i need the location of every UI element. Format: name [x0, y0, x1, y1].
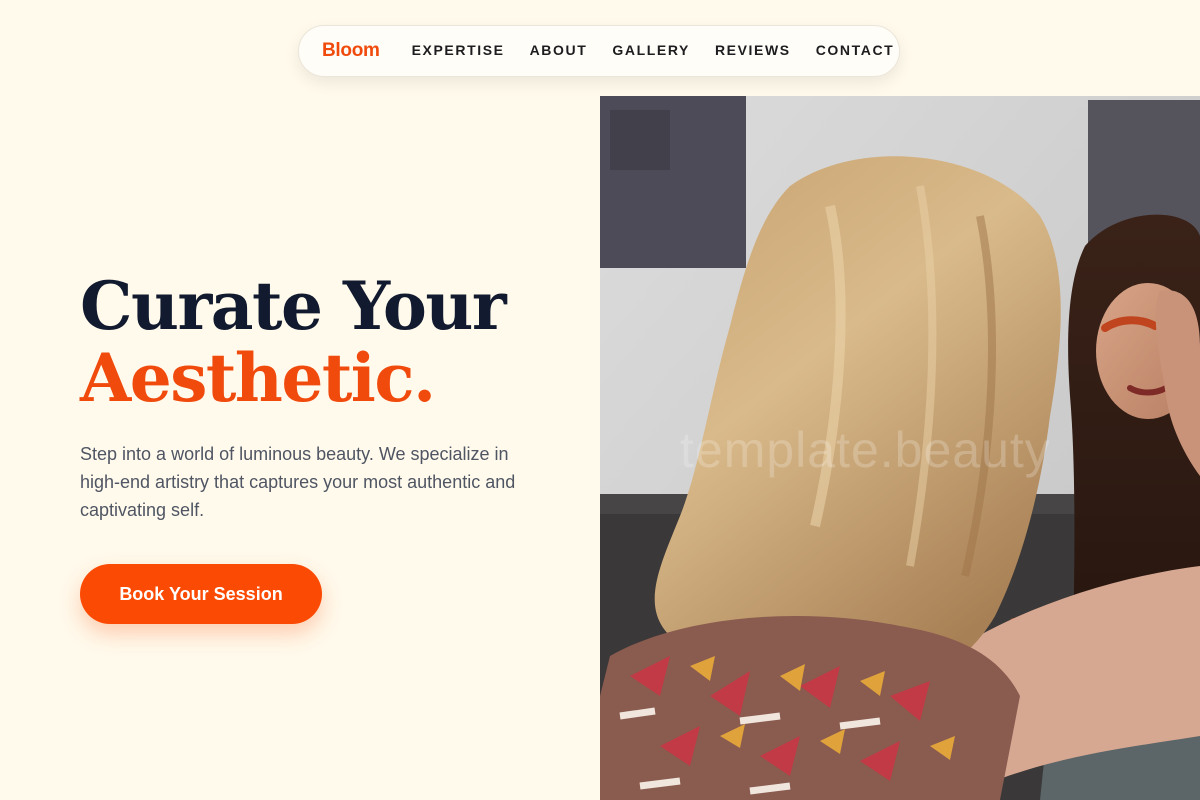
- nav-link-expertise[interactable]: EXPERTISE: [412, 42, 505, 58]
- top-nav: Bloom EXPERTISE ABOUT GALLERY REVIEWS CO…: [298, 25, 900, 77]
- hero-title-line-2: Aesthetic.: [80, 339, 436, 417]
- nav-link-about[interactable]: ABOUT: [530, 42, 588, 58]
- nav-link-reviews[interactable]: REVIEWS: [715, 42, 791, 58]
- book-session-button[interactable]: Book Your Session: [80, 564, 322, 624]
- landing-page: Bloom EXPERTISE ABOUT GALLERY REVIEWS CO…: [0, 0, 1200, 800]
- nav-link-gallery[interactable]: GALLERY: [612, 42, 690, 58]
- hero-title-line-1: Curate Your: [80, 267, 507, 345]
- nav-links: EXPERTISE ABOUT GALLERY REVIEWS CONTACT: [412, 42, 895, 60]
- hero-image: template.beauty: [600, 96, 1200, 800]
- brand-logo[interactable]: Bloom: [322, 40, 380, 62]
- hero-title: Curate Your Aesthetic.: [80, 267, 507, 417]
- makeup-artist-photo-icon: [600, 96, 1200, 800]
- hero-description: Step into a world of luminous beauty. We…: [80, 444, 516, 520]
- nav-link-contact[interactable]: CONTACT: [816, 42, 895, 58]
